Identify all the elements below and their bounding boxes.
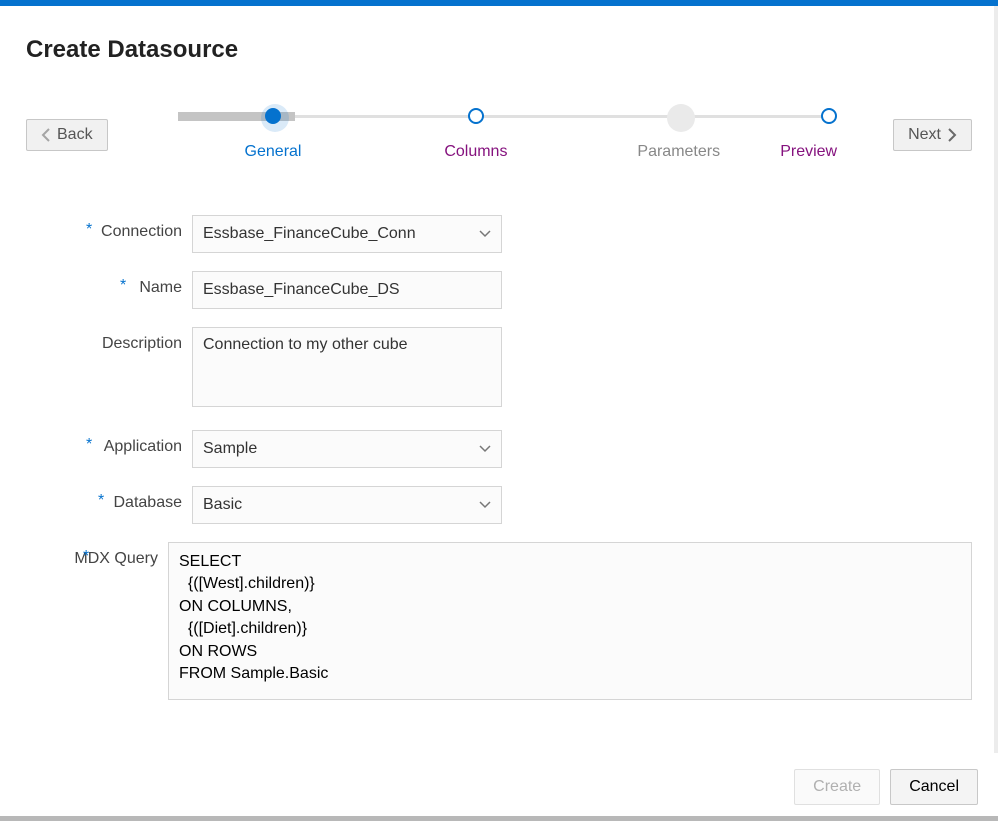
label-application-text: Application <box>104 438 182 455</box>
required-mark: * <box>83 548 89 566</box>
step-label-columns[interactable]: Columns <box>374 143 577 161</box>
row-description: Description Connection to my other cube <box>26 327 972 412</box>
caret-down-icon <box>479 445 491 453</box>
footer-bar <box>0 816 998 821</box>
step-label-general: General <box>172 143 375 161</box>
row-name: * Name <box>26 271 972 309</box>
application-value: Sample <box>203 440 257 458</box>
right-edge-shadow <box>994 6 998 816</box>
database-value: Basic <box>203 496 242 514</box>
chevron-right-icon <box>947 128 957 142</box>
create-button: Create <box>794 769 880 805</box>
caret-down-icon <box>479 230 491 238</box>
label-database-text: Database <box>114 494 183 511</box>
cancel-button[interactable]: Cancel <box>890 769 978 805</box>
step-marker-columns <box>468 108 484 124</box>
label-name: * Name <box>26 271 192 297</box>
label-mdx: * MDX Query <box>26 542 168 568</box>
form-area: * Connection Essbase_FinanceCube_Conn * … <box>26 215 972 700</box>
label-connection-text: Connection <box>101 223 182 240</box>
step-general[interactable]: General <box>172 108 375 161</box>
next-label: Next <box>908 126 941 144</box>
database-dropdown[interactable]: Basic <box>192 486 502 524</box>
label-description: Description <box>26 327 192 353</box>
label-name-text: Name <box>139 279 182 296</box>
chevron-left-icon <box>41 128 51 142</box>
step-columns[interactable]: Columns <box>374 108 577 161</box>
label-database: * Database <box>26 486 192 512</box>
required-mark: * <box>98 492 104 510</box>
step-parameters: Parameters <box>577 108 780 161</box>
connection-dropdown[interactable]: Essbase_FinanceCube_Conn <box>192 215 502 253</box>
label-application: * Application <box>26 430 192 456</box>
label-description-text: Description <box>102 335 182 352</box>
wizard-train: General Columns Parameters Preview <box>172 108 838 161</box>
row-application: * Application Sample <box>26 430 972 468</box>
row-connection: * Connection Essbase_FinanceCube_Conn <box>26 215 972 253</box>
footer: Create Cancel <box>0 753 998 821</box>
mdx-query-input[interactable]: SELECT {([West].children)} ON COLUMNS, {… <box>168 542 972 700</box>
label-connection: * Connection <box>26 215 192 241</box>
required-mark: * <box>120 277 126 295</box>
page-title: Create Datasource <box>26 36 972 64</box>
connection-value: Essbase_FinanceCube_Conn <box>203 225 416 243</box>
back-label: Back <box>57 126 93 144</box>
wizard-row: Back General Columns Parameters Preview <box>26 108 972 161</box>
back-button[interactable]: Back <box>26 119 108 151</box>
top-accent-bar <box>0 0 998 6</box>
step-label-parameters: Parameters <box>577 143 780 161</box>
step-marker-general <box>265 108 281 124</box>
application-dropdown[interactable]: Sample <box>192 430 502 468</box>
caret-down-icon <box>479 501 491 509</box>
step-marker-preview <box>821 108 837 124</box>
step-marker-parameters <box>671 108 687 124</box>
description-input[interactable]: Connection to my other cube <box>192 327 502 407</box>
required-mark: * <box>86 221 92 239</box>
row-database: * Database Basic <box>26 486 972 524</box>
step-preview[interactable]: Preview <box>780 108 837 161</box>
step-label-preview[interactable]: Preview <box>780 143 837 161</box>
name-input[interactable] <box>192 271 502 309</box>
row-mdx: * MDX Query SELECT {([West].children)} O… <box>26 542 972 700</box>
required-mark: * <box>86 436 92 454</box>
next-button[interactable]: Next <box>893 119 972 151</box>
